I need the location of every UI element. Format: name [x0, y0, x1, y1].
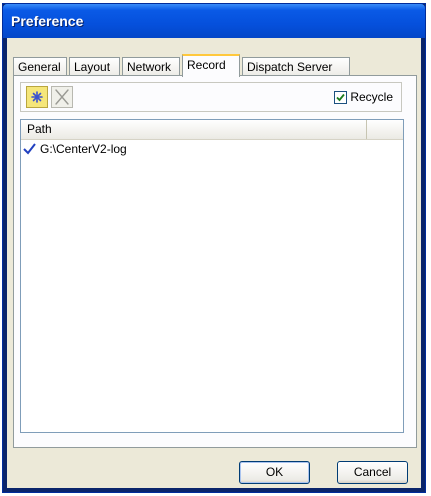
record-tab-panel: Recycle Path G:\CenterV2-log: [13, 75, 417, 448]
row-check-box[interactable]: [23, 142, 37, 156]
tab-layout[interactable]: Layout: [69, 57, 120, 76]
column-header-path[interactable]: Path: [21, 120, 367, 139]
tab-record[interactable]: Record: [182, 54, 240, 77]
add-star-icon: [31, 91, 43, 103]
row-path: G:\CenterV2-log: [40, 142, 127, 156]
check-icon: [23, 142, 36, 155]
cancel-button[interactable]: Cancel: [337, 461, 408, 484]
path-list[interactable]: Path G:\CenterV2-log: [20, 119, 404, 433]
recycle-label: Recycle: [350, 90, 393, 104]
tab-network[interactable]: Network: [122, 57, 180, 76]
dialog-body: General Layout Network Record Dispatch S…: [7, 38, 421, 488]
window-title: Preference: [11, 13, 84, 29]
tab-general[interactable]: General: [13, 57, 67, 76]
list-item[interactable]: G:\CenterV2-log: [23, 141, 127, 157]
recycle-check-box[interactable]: [334, 90, 348, 104]
title-bar[interactable]: Preference: [3, 4, 425, 38]
add-path-button[interactable]: [26, 86, 48, 108]
preference-window: Preference General Layout Network Record…: [2, 3, 426, 493]
delete-x-icon: [55, 89, 69, 105]
list-header: Path: [21, 120, 403, 140]
delete-path-button[interactable]: [51, 86, 73, 108]
record-toolbar: Recycle: [20, 82, 402, 112]
tab-dispatch-server[interactable]: Dispatch Server: [242, 57, 350, 76]
ok-button[interactable]: OK: [239, 461, 310, 484]
check-icon: [336, 93, 346, 101]
recycle-checkbox[interactable]: Recycle: [334, 89, 393, 105]
